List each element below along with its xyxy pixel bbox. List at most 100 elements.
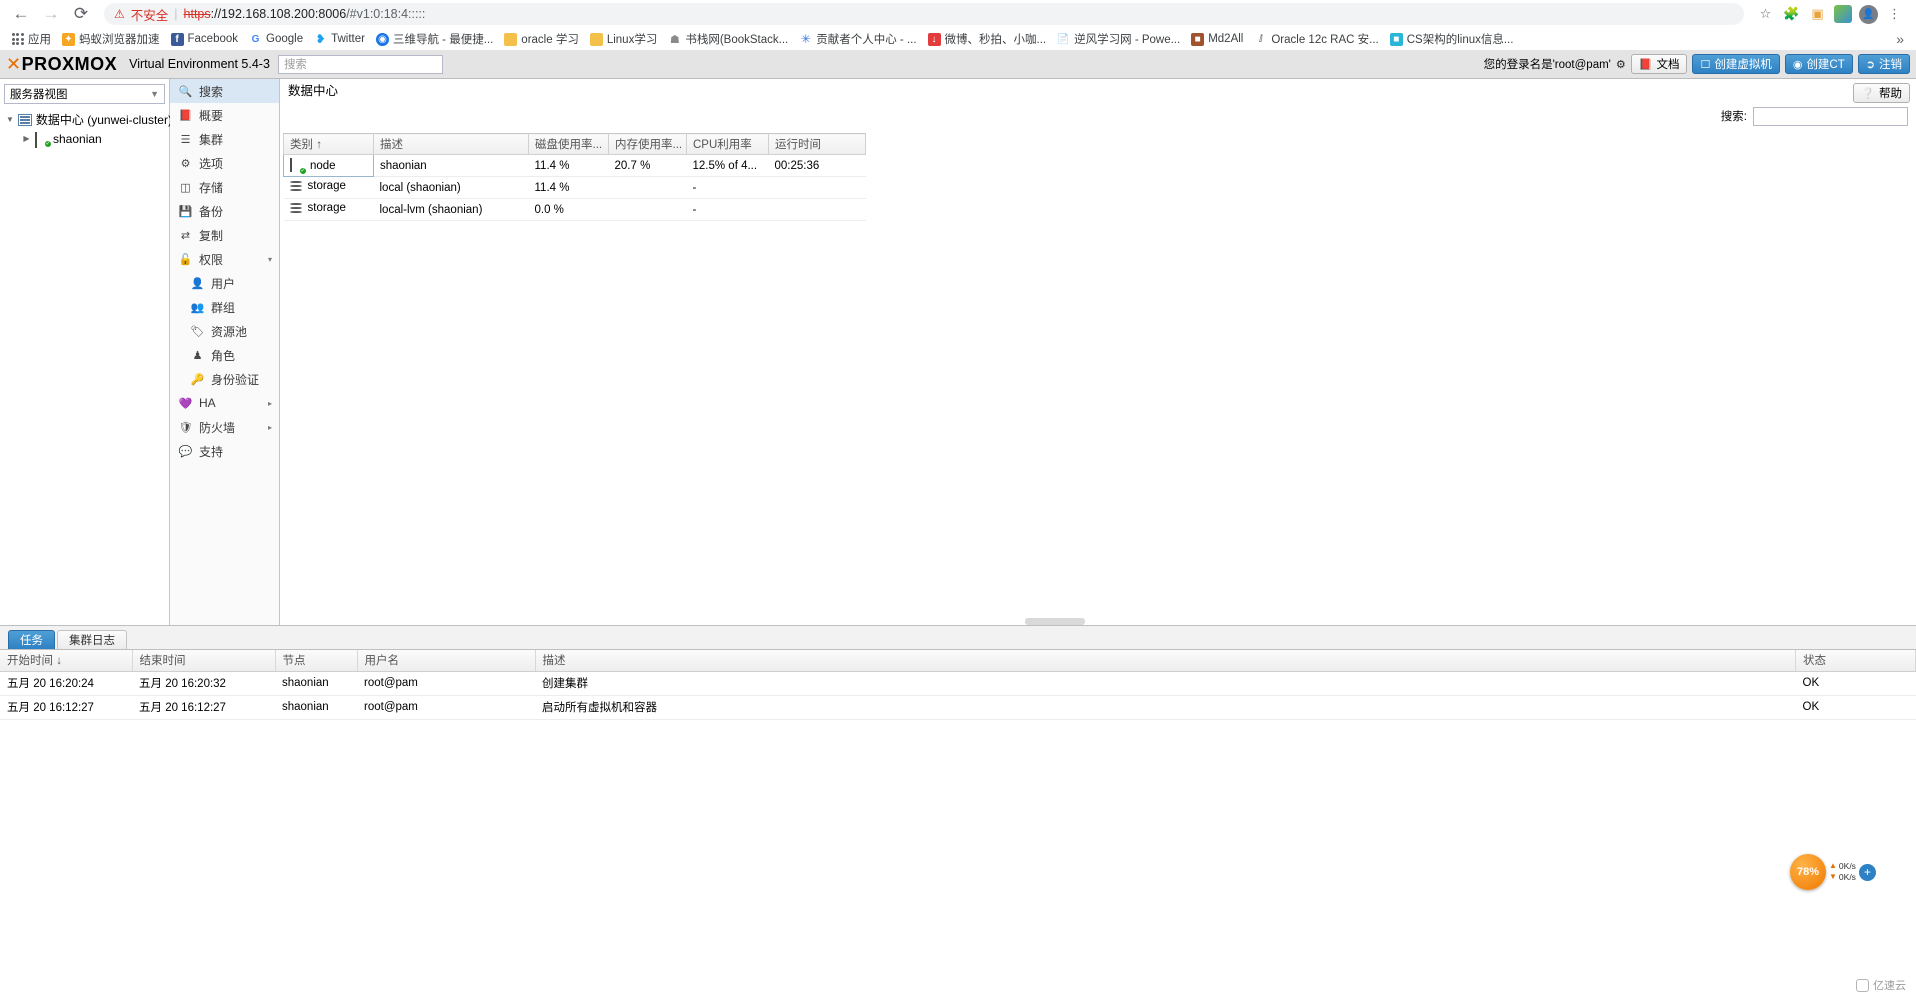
- column-header-starttime[interactable]: 开始时间 ↓: [0, 650, 132, 671]
- menu-item-users[interactable]: 👤 用户: [170, 271, 279, 295]
- bookmark-star-icon[interactable]: ☆: [1756, 5, 1775, 24]
- column-header-type[interactable]: 类别 ↑: [284, 134, 374, 155]
- menu-item-backup[interactable]: 💾 备份: [170, 199, 279, 223]
- column-header-description[interactable]: 描述: [535, 650, 1796, 671]
- bookmark-item[interactable]: ⅈ Oracle 12c RAC 安...: [1249, 29, 1383, 49]
- bookmark-item[interactable]: 📄 逆风学习网 - Powe...: [1052, 29, 1185, 49]
- datacenter-menu: 🔍 搜索 📕 概要 ☰ 集群 ⚙ 选项 ◫ 存储 💾 备份 ⇄ 复制 🔓: [170, 79, 280, 625]
- horizontal-scrollbar[interactable]: [1025, 618, 1085, 625]
- table-row[interactable]: ✓ node shaonian 11.4 % 20.7 % 12.5% of 4…: [284, 155, 866, 177]
- menu-item-ha[interactable]: 💜 HA ▸: [170, 391, 279, 415]
- column-header-node[interactable]: 节点: [275, 650, 357, 671]
- resource-table: 类别 ↑ 描述 磁盘使用率... 内存使用率... CPU利用率 运行时间 ✓: [283, 133, 866, 221]
- menu-item-authentication[interactable]: 🔑 身份验证: [170, 367, 279, 391]
- bookmark-item[interactable]: G Google: [244, 31, 308, 48]
- breadcrumb: 数据中心: [280, 79, 1916, 99]
- menu-item-options[interactable]: ⚙ 选项: [170, 151, 279, 175]
- documentation-button[interactable]: 📕 文档: [1631, 54, 1688, 74]
- menu-item-firewall[interactable]: 🛡 防火墙 ▸: [170, 415, 279, 439]
- menu-item-cluster[interactable]: ☰ 集群: [170, 127, 279, 151]
- create-vm-button[interactable]: ☐ 创建虚拟机: [1692, 54, 1779, 74]
- menu-item-label: 存储: [199, 179, 223, 196]
- table-row[interactable]: storage local (shaonian) 11.4 % -: [284, 177, 866, 199]
- profile-avatar[interactable]: 👤: [1859, 5, 1878, 24]
- button-label: 文档: [1656, 56, 1679, 72]
- menu-item-label: 权限: [199, 251, 223, 268]
- table-row[interactable]: storage local-lvm (shaonian) 0.0 % -: [284, 199, 866, 221]
- bookmark-label: 蚂蚁浏览器加速: [79, 31, 160, 47]
- bookmark-item[interactable]: ◉ 三维导航 - 最便捷...: [371, 29, 498, 49]
- extension-icon[interactable]: [1834, 5, 1852, 23]
- cast-icon[interactable]: ▣: [1808, 5, 1827, 24]
- task-row[interactable]: 五月 20 16:12:27 五月 20 16:12:27 shaonian r…: [0, 695, 1916, 719]
- column-header-status[interactable]: 状态: [1796, 650, 1916, 671]
- chevron-down-icon[interactable]: ▾: [268, 255, 272, 264]
- bookmark-item[interactable]: oracle 学习: [499, 29, 584, 49]
- search-input[interactable]: 搜索: [278, 55, 443, 74]
- column-header-description[interactable]: 描述: [374, 134, 529, 155]
- chevron-right-icon[interactable]: ▸: [268, 423, 272, 432]
- speed-percent-badge[interactable]: 78%: [1790, 854, 1826, 890]
- bookmark-apps[interactable]: 应用: [6, 29, 56, 49]
- back-icon[interactable]: ←: [8, 1, 34, 27]
- browser-menu-icon[interactable]: ⋮: [1885, 5, 1904, 24]
- tab-tasks[interactable]: 任务: [8, 630, 55, 649]
- menu-item-replication[interactable]: ⇄ 复制: [170, 223, 279, 247]
- expand-chevron-icon[interactable]: ▼: [6, 115, 14, 124]
- menu-item-groups[interactable]: 👥 群组: [170, 295, 279, 319]
- bookmark-item[interactable]: f Facebook: [166, 31, 244, 48]
- network-speed-widget[interactable]: 78% ▲0K/s ▼0K/s +: [1790, 854, 1876, 890]
- gear-icon: ⚙: [179, 157, 192, 170]
- address-bar[interactable]: ⚠ 不安全 | https://192.168.108.200:8006/#v1…: [104, 3, 1744, 25]
- bookmark-item[interactable]: ↓ 微博、秒拍、小咖...: [923, 29, 1052, 49]
- view-selector[interactable]: 服务器视图 ▼: [4, 84, 165, 104]
- bookmark-item[interactable]: ■ Md2All: [1186, 31, 1248, 48]
- menu-item-summary[interactable]: 📕 概要: [170, 103, 279, 127]
- content-search-input[interactable]: [1753, 107, 1908, 126]
- puzzle-icon[interactable]: 🧩: [1782, 5, 1801, 24]
- cell-type: storage: [284, 199, 374, 221]
- column-header-uptime[interactable]: 运行时间: [769, 134, 866, 155]
- help-button[interactable]: ❔ 帮助: [1853, 83, 1910, 103]
- cell-description: shaonian: [374, 155, 529, 177]
- tab-cluster-log[interactable]: 集群日志: [57, 630, 127, 649]
- create-ct-button[interactable]: ◉ 创建CT: [1785, 54, 1853, 74]
- cell-memory: 20.7 %: [609, 155, 687, 177]
- bookmark-item[interactable]: ☗ 书栈网(BookStack...: [663, 29, 793, 49]
- cell-starttime: 五月 20 16:12:27: [0, 695, 132, 719]
- menu-item-roles[interactable]: ♟ 角色: [170, 343, 279, 367]
- status-ok-icon: ✓: [299, 167, 307, 175]
- logout-button[interactable]: ➲ 注销: [1858, 54, 1910, 74]
- chevron-right-icon[interactable]: ▸: [268, 399, 272, 408]
- tree-item-node-shaonian[interactable]: ▶ ✓ shaonian: [0, 129, 169, 148]
- forward-icon[interactable]: →: [38, 1, 64, 27]
- bookmark-item[interactable]: ✦ 蚂蚁浏览器加速: [57, 29, 165, 49]
- column-header-cpu-usage[interactable]: CPU利用率: [687, 134, 769, 155]
- container-icon: ◉: [1793, 58, 1803, 71]
- bookmark-item[interactable]: ✳ 贡献者个人中心 - ...: [794, 29, 921, 49]
- column-header-username[interactable]: 用户名: [357, 650, 535, 671]
- menu-item-pools[interactable]: 🏷 资源池: [170, 319, 279, 343]
- page-icon: 📄: [1057, 33, 1070, 46]
- bookmark-item[interactable]: ❥ Twitter: [309, 31, 370, 48]
- task-row[interactable]: 五月 20 16:20:24 五月 20 16:20:32 shaonian r…: [0, 671, 1916, 695]
- expand-chevron-icon[interactable]: ▶: [22, 134, 31, 143]
- cell-disk: 0.0 %: [529, 199, 609, 221]
- menu-item-permissions[interactable]: 🔓 权限 ▾: [170, 247, 279, 271]
- folder-icon: [590, 33, 603, 46]
- reload-icon[interactable]: ⟳: [68, 1, 94, 27]
- menu-item-search[interactable]: 🔍 搜索: [170, 79, 279, 103]
- column-header-endtime[interactable]: 结束时间: [132, 650, 275, 671]
- bookmark-item[interactable]: Linux学习: [585, 29, 663, 49]
- menu-item-support[interactable]: 💬 支持: [170, 439, 279, 463]
- column-header-memory-usage[interactable]: 内存使用率...: [609, 134, 687, 155]
- book-icon: 📕: [1639, 58, 1653, 71]
- task-tab-bar: 任务 集群日志: [0, 626, 1916, 650]
- menu-item-storage[interactable]: ◫ 存储: [170, 175, 279, 199]
- add-widget-button[interactable]: +: [1859, 864, 1876, 881]
- bookmarks-overflow-icon[interactable]: »: [1896, 31, 1910, 47]
- gear-icon[interactable]: ⚙: [1616, 58, 1626, 71]
- bookmark-item[interactable]: ■ CS架构的linux信息...: [1385, 29, 1519, 49]
- column-header-disk-usage[interactable]: 磁盘使用率...: [529, 134, 609, 155]
- tree-item-datacenter[interactable]: ▼ 数据中心 (yunwei-cluster): [0, 110, 169, 129]
